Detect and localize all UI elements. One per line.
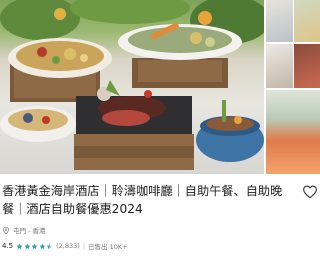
thumbnail-photo[interactable] <box>266 90 320 174</box>
booked-count: 已售出 10K+ <box>88 243 128 251</box>
star-icon <box>24 243 31 249</box>
thumbnail-photo[interactable] <box>266 0 293 42</box>
star-icon <box>31 243 38 249</box>
star-icon <box>46 243 53 249</box>
thumbnail-strip[interactable] <box>266 0 320 174</box>
main-photo[interactable] <box>0 0 264 174</box>
listing-title[interactable]: 香港黃金海岸酒店｜聆濤咖啡廳｜自助午餐、自助晚餐｜酒店自助餐優惠2024 <box>2 182 294 218</box>
heart-outline-icon[interactable] <box>302 184 318 200</box>
thumbnail-photo[interactable] <box>294 44 320 88</box>
review-count[interactable]: (2,833) <box>56 242 80 250</box>
location-text: 屯門 - 香港 <box>13 227 46 235</box>
location-pin-icon <box>3 226 9 234</box>
thumbnail-photo[interactable] <box>266 44 293 88</box>
location-row: 屯門 - 香港 <box>2 224 45 236</box>
rating-row: 4.5 (2,833) | 已售出 10K+ <box>2 240 128 252</box>
rating-stars <box>16 243 53 250</box>
buffet-photo-illustration <box>0 0 264 170</box>
separator: | <box>82 242 86 250</box>
star-icon <box>16 243 23 249</box>
rating-score: 4.5 <box>2 242 14 250</box>
thumbnail-photo[interactable] <box>294 0 320 42</box>
image-gallery[interactable] <box>0 0 320 174</box>
star-icon <box>39 243 46 249</box>
